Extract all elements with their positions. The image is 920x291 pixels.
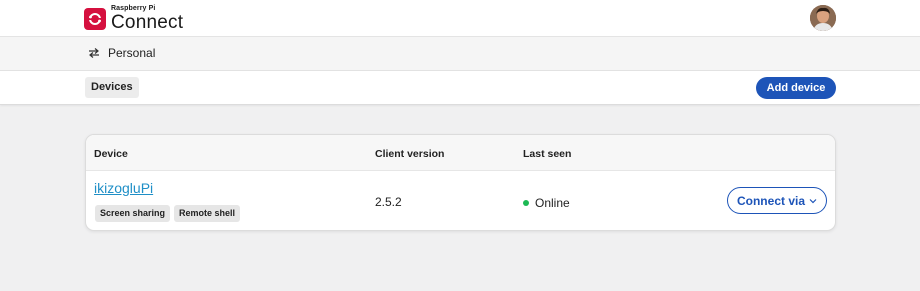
tab-bar: Devices Add device [0, 71, 920, 105]
column-header-last-seen: Last seen [523, 148, 572, 160]
status-text: Online [535, 196, 570, 210]
brand-small-text: Raspberry Pi [111, 5, 156, 12]
add-device-button[interactable]: Add device [756, 77, 836, 99]
user-avatar-icon [810, 5, 836, 31]
column-header-device: Device [94, 148, 128, 160]
top-bar: Raspberry Pi Connect [0, 0, 920, 37]
table-header: Device Client version Last seen [86, 135, 835, 171]
online-dot-icon [523, 200, 529, 206]
chevron-down-icon [809, 198, 817, 203]
client-version-value: 2.5.2 [375, 195, 402, 209]
device-capabilities: Screen sharing Remote shell [95, 205, 241, 222]
connect-via-button[interactable]: Connect via [727, 187, 827, 214]
tag-screen-sharing: Screen sharing [95, 205, 171, 222]
column-header-client-version: Client version [375, 148, 445, 160]
avatar[interactable] [810, 5, 836, 31]
tab-devices[interactable]: Devices [85, 77, 139, 98]
org-name: Personal [108, 46, 156, 60]
tag-remote-shell: Remote shell [174, 205, 241, 222]
connect-via-label: Connect via [736, 193, 805, 208]
devices-table: Device Client version Last seen ikizoglu… [85, 134, 836, 231]
org-switcher[interactable]: Personal [88, 46, 155, 60]
raspberry-pi-connect-logo[interactable]: Raspberry Pi Connect [84, 5, 183, 32]
device-name-link[interactable]: ikizogluPi [94, 180, 153, 196]
brand-name: Connect [111, 12, 184, 33]
connect-logo-icon [84, 7, 106, 30]
status-badge: Online [523, 196, 570, 210]
swap-icon [89, 48, 99, 58]
organization-bar: Personal [0, 37, 920, 71]
